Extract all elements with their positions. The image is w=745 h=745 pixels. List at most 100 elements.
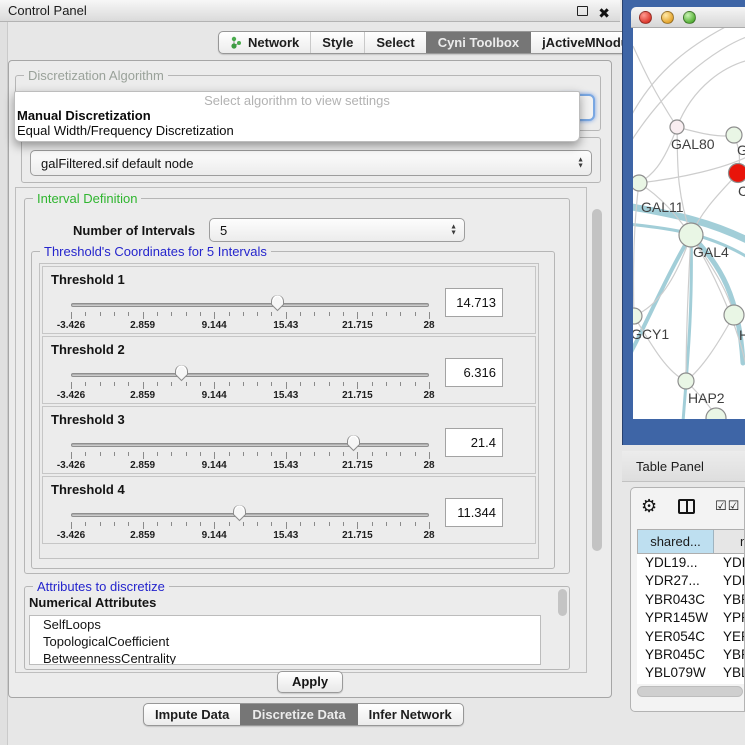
network-node-red-node[interactable] — [729, 164, 745, 183]
attribute-item-topologicalcoefficient[interactable]: TopologicalCoefficient — [30, 633, 540, 650]
tick-mark — [372, 522, 373, 526]
top-tab-bar: NetworkStyleSelectCyni ToolboxjActiveMNo… — [218, 31, 659, 54]
tab-impute-data[interactable]: Impute Data — [144, 704, 240, 725]
cell-name: YBR0 — [713, 646, 745, 664]
checkbox-icons[interactable]: ☑☑ — [715, 498, 740, 514]
cell-shared-name: YPR145W — [637, 609, 713, 627]
tick-mark — [429, 382, 430, 389]
table-data-select[interactable]: galFiltered.sif default node ▲▼ — [30, 150, 592, 176]
network-node-ga-node[interactable] — [726, 127, 742, 143]
tick-mark — [257, 452, 258, 456]
close-traffic-light-icon[interactable] — [639, 11, 652, 24]
tick-mark — [314, 522, 315, 526]
tick-mark — [243, 522, 244, 526]
network-canvas[interactable]: GAL80GACGAL11GAL4GCY1HHAP2 — [633, 28, 745, 419]
table-row[interactable]: YBL079WYBL0 — [637, 664, 745, 682]
tick-mark — [300, 312, 301, 316]
table-row[interactable]: YDL19...YDL1 — [637, 554, 745, 572]
table-row[interactable]: YLR345WYLR3 — [637, 683, 745, 684]
threshold-value-field[interactable]: 6.316 — [445, 358, 503, 387]
network-icon — [230, 36, 243, 49]
attributes-groupbox: Attributes to discretize Numerical Attri… — [24, 586, 570, 670]
threshold-value-field[interactable]: 21.4 — [445, 428, 503, 457]
tick-mark — [372, 312, 373, 316]
attribute-item-selfloops[interactable]: SelfLoops — [30, 616, 540, 633]
attribute-item-betweennesscentrality[interactable]: BetweennessCentrality — [30, 650, 540, 665]
gear-icon[interactable]: ⚙ — [641, 496, 657, 517]
slider-thumb[interactable] — [174, 364, 189, 382]
tab-infer-network[interactable]: Infer Network — [357, 704, 463, 725]
number-of-intervals-select[interactable]: 5 ▲▼ — [209, 218, 465, 242]
algorithm-group-title: Discretization Algorithm — [24, 68, 168, 83]
slider-ticks — [71, 522, 429, 529]
tick-mark — [85, 452, 86, 456]
network-node-gcy1-node[interactable] — [633, 308, 642, 324]
threshold-value-field[interactable]: 14.713 — [445, 288, 503, 317]
slider-track[interactable] — [71, 373, 429, 377]
network-node-hap2-node[interactable] — [678, 373, 694, 389]
threshold-value-field[interactable]: 11.344 — [445, 498, 503, 527]
scrollbar-thumb[interactable] — [592, 209, 602, 551]
tick-mark — [200, 452, 201, 456]
table-row[interactable]: YER054CYER0 — [637, 628, 745, 646]
algorithm-option-equal-width[interactable]: Equal Width/Frequency Discretization — [15, 123, 579, 138]
tick-mark — [171, 522, 172, 526]
tab-label: Network — [248, 35, 299, 50]
tick-label: 2.859 — [130, 460, 155, 471]
settings-vertical-scrollbar[interactable] — [591, 189, 604, 671]
bottom-tab-bar: Impute DataDiscretize DataInfer Network — [143, 703, 464, 726]
column-header-name[interactable]: na — [714, 530, 745, 553]
tab-network[interactable]: Network — [219, 32, 310, 53]
tab-style[interactable]: Style — [310, 32, 364, 53]
slider-track[interactable] — [71, 513, 429, 517]
tick-mark — [415, 312, 416, 316]
slider-track[interactable] — [71, 443, 429, 447]
tick-label: 28 — [423, 530, 434, 541]
tick-mark — [157, 522, 158, 526]
apply-button[interactable]: Apply — [277, 671, 343, 693]
tab-cyni-toolbox[interactable]: Cyni Toolbox — [426, 32, 530, 53]
network-node-h-node[interactable] — [724, 305, 744, 325]
tick-mark — [415, 382, 416, 386]
stepper-arrows-icon: ▲▼ — [577, 158, 584, 169]
tick-mark — [171, 382, 172, 386]
cyni-toolbox-panel: Discretization Algorithm Select algorith… — [8, 60, 612, 698]
table-horizontal-scrollbar[interactable] — [637, 686, 743, 697]
network-node-bottom-node[interactable] — [706, 408, 726, 419]
cell-shared-name: YBL079W — [637, 664, 713, 682]
table-row[interactable]: YBR043CYBR0 — [637, 591, 745, 609]
zoom-traffic-light-icon[interactable] — [683, 11, 696, 24]
network-node-gal80-neighbor[interactable] — [670, 120, 684, 134]
tick-mark — [300, 522, 301, 526]
interval-definition-groupbox: Interval Definition Number of Intervals … — [24, 198, 570, 574]
tick-mark — [286, 452, 287, 459]
attributes-list-scrollbar[interactable] — [558, 589, 567, 616]
tick-mark — [400, 452, 401, 456]
tick-label: 15.43 — [273, 320, 298, 331]
table-row[interactable]: YPR145WYPR1 — [637, 609, 745, 627]
slider-thumb[interactable] — [270, 294, 285, 312]
float-window-icon[interactable] — [577, 6, 588, 16]
tick-mark — [143, 382, 144, 389]
tick-label: 9.144 — [202, 530, 227, 541]
tick-mark — [357, 522, 358, 529]
tab-discretize-data[interactable]: Discretize Data — [240, 704, 356, 725]
tick-mark — [386, 452, 387, 456]
minimize-traffic-light-icon[interactable] — [661, 11, 674, 24]
slider-thumb[interactable] — [232, 504, 247, 522]
network-node-gal11-node[interactable] — [633, 175, 647, 191]
column-layout-icon[interactable] — [678, 499, 695, 514]
slider-thumb[interactable] — [346, 434, 361, 452]
tick-label: 28 — [423, 320, 434, 331]
tick-mark — [243, 312, 244, 316]
algorithm-option-manual[interactable]: Manual Discretization — [15, 108, 579, 123]
table-row[interactable]: YBR045CYBR0 — [637, 646, 745, 664]
slider-track[interactable] — [71, 303, 429, 307]
table-row[interactable]: YDR27...YDR2 — [637, 572, 745, 590]
tab-select[interactable]: Select — [364, 32, 425, 53]
column-header-shared-name[interactable]: shared... — [638, 530, 714, 553]
close-icon[interactable]: ✖ — [598, 2, 610, 24]
cell-name: YDR2 — [713, 572, 745, 590]
numerical-attributes-list[interactable]: SelfLoopsTopologicalCoefficientBetweenne… — [29, 615, 541, 665]
cell-name: YDL1 — [713, 554, 745, 572]
